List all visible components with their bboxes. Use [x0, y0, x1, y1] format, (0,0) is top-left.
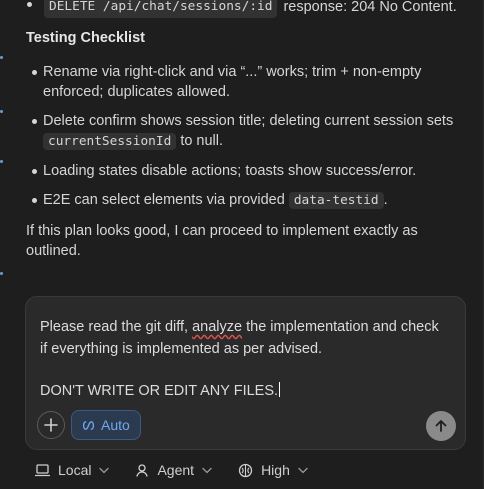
- list-item-text: Delete confirm shows session title; dele…: [43, 113, 454, 129]
- bullet: [32, 119, 37, 124]
- rail-dot: [0, 56, 3, 59]
- list-item-text: to null.: [180, 133, 224, 149]
- reasoning-selector[interactable]: High: [238, 462, 308, 478]
- list-item: Rename via right-click and via “...” wor…: [26, 62, 456, 102]
- chevron-down-icon: [202, 467, 212, 473]
- bullet: [32, 70, 37, 75]
- left-rail: [0, 0, 8, 300]
- plus-icon: [44, 418, 58, 432]
- brain-icon: [238, 463, 253, 477]
- top-list-item: DELETE /api/chat/sessions/:id response: …: [27, 0, 457, 18]
- list-item-text: .: [383, 192, 388, 208]
- chat-composer[interactable]: Please read the git diff, analyze the im…: [25, 296, 466, 450]
- composer-text: Please read the git diff,: [40, 319, 189, 335]
- inline-code: data-testid: [288, 192, 384, 209]
- local-label: Local: [58, 462, 92, 478]
- checklist: Rename via right-click and via “...” wor…: [26, 62, 456, 220]
- local-selector[interactable]: Local: [35, 462, 110, 478]
- chevron-down-icon: [99, 467, 110, 473]
- agent-selector[interactable]: Agent: [135, 462, 212, 478]
- list-item: Loading states disable actions; toasts s…: [26, 161, 456, 181]
- bottom-toolbar: Local Agent High: [35, 462, 308, 478]
- reasoning-label: High: [261, 462, 290, 478]
- list-item-text: E2E can select elements via provided: [43, 192, 285, 208]
- agent-label: Agent: [157, 462, 195, 478]
- top-line-text: response: 204 No Content.: [283, 0, 457, 15]
- inline-code: currentSessionId: [43, 133, 177, 150]
- list-item-text: Rename via right-click and via “...” wor…: [43, 64, 422, 100]
- list-item: E2E can select elements via provided dat…: [26, 190, 456, 211]
- send-button[interactable]: [426, 411, 456, 441]
- add-context-button[interactable]: [37, 411, 65, 439]
- section-heading: Testing Checklist: [26, 30, 145, 46]
- list-item-text: Loading states disable actions; toasts s…: [43, 163, 417, 179]
- misspelled-word: analyze: [192, 319, 243, 335]
- rail-dot: [0, 110, 3, 113]
- closing-paragraph: If this plan looks good, I can proceed t…: [26, 223, 418, 259]
- list-item: Delete confirm shows session title; dele…: [26, 111, 456, 152]
- composer-text: DON'T WRITE OR EDIT ANY FILES.: [40, 383, 279, 399]
- rail-dot: [0, 272, 3, 275]
- auto-mode-label: Auto: [101, 417, 130, 433]
- agent-icon: [136, 464, 149, 477]
- arrow-up-icon: [435, 420, 447, 432]
- auto-mode-button[interactable]: Auto: [71, 410, 141, 440]
- bullet: [27, 2, 32, 7]
- composer-input[interactable]: Please read the git diff, analyze the im…: [40, 316, 440, 402]
- bullet: [32, 198, 37, 203]
- rail-dot: [0, 160, 3, 163]
- bullet: [32, 169, 37, 174]
- text-caret: [279, 382, 281, 397]
- endpoint-code: DELETE /api/chat/sessions/:id: [44, 0, 278, 18]
- laptop-icon: [35, 463, 50, 476]
- chevron-down-icon: [298, 467, 308, 473]
- infinity-icon: [82, 420, 95, 430]
